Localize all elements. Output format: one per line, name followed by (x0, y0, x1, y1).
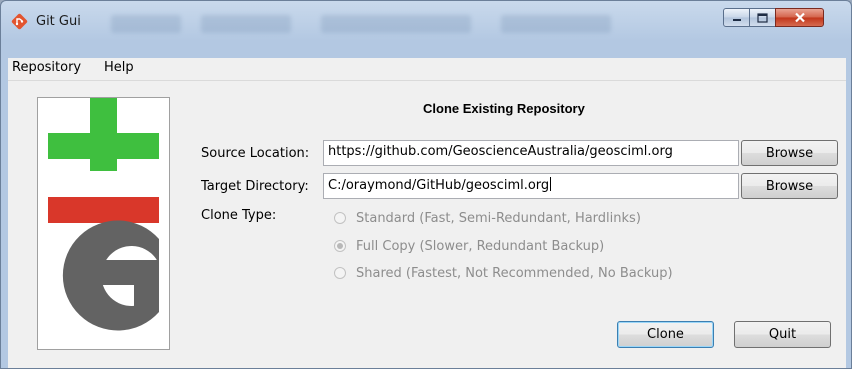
menu-bar: Repository Help (8, 58, 846, 81)
source-location-label: Source Location: (201, 146, 310, 161)
background-blur (501, 15, 611, 33)
radio-shared-label: Shared (Fastest, Not Recommended, No Bac… (356, 265, 673, 281)
text-caret (550, 177, 552, 191)
git-logo-icon (48, 98, 159, 331)
radio-standard-label: Standard (Fast, Semi-Redundant, Hardlink… (356, 210, 641, 226)
target-directory-value: C:/oraymond/GitHub/geosciml.org (328, 178, 550, 193)
radio-shared[interactable]: Shared (Fastest, Not Recommended, No Bac… (334, 263, 673, 283)
source-location-value: https://github.com/GeoscienceAustralia/g… (328, 144, 673, 159)
radio-full-copy-label: Full Copy (Slower, Redundant Backup) (356, 238, 605, 254)
maximize-button[interactable] (749, 8, 776, 27)
clone-dialog: Clone Existing Repository Source Locatio… (8, 81, 846, 368)
dialog-heading: Clone Existing Repository (423, 101, 585, 116)
close-button[interactable] (775, 8, 824, 27)
close-icon (794, 12, 805, 23)
git-logo (37, 97, 170, 350)
radio-unchecked-icon (334, 267, 346, 279)
menu-help[interactable]: Help (100, 60, 138, 75)
title-bar[interactable]: Git Gui (1, 1, 851, 58)
background-blur (111, 15, 181, 33)
maximize-icon (757, 12, 768, 23)
source-location-input[interactable]: https://github.com/GeoscienceAustralia/g… (323, 140, 739, 166)
target-directory-label: Target Directory: (201, 179, 309, 194)
target-browse-button[interactable]: Browse (741, 173, 838, 199)
target-directory-input[interactable]: C:/oraymond/GitHub/geosciml.org (323, 173, 739, 199)
background-blur (321, 15, 471, 33)
clone-type-label: Clone Type: (201, 208, 277, 223)
quit-button[interactable]: Quit (734, 321, 831, 348)
radio-full-copy[interactable]: Full Copy (Slower, Redundant Backup) (334, 236, 604, 256)
window-title: Git Gui (36, 14, 81, 29)
git-diamond-icon (11, 13, 28, 30)
clone-button[interactable]: Clone (617, 321, 714, 348)
menu-repository[interactable]: Repository (8, 60, 85, 75)
radio-checked-icon (334, 240, 346, 252)
minimize-button[interactable] (723, 8, 750, 27)
radio-standard[interactable]: Standard (Fast, Semi-Redundant, Hardlink… (334, 208, 641, 228)
radio-unchecked-icon (334, 212, 346, 224)
source-browse-button[interactable]: Browse (741, 140, 838, 166)
minimize-icon (732, 18, 741, 21)
background-blur (201, 15, 291, 33)
git-gui-window: Git Gui Repository Help Clone Existing R… (0, 0, 852, 369)
